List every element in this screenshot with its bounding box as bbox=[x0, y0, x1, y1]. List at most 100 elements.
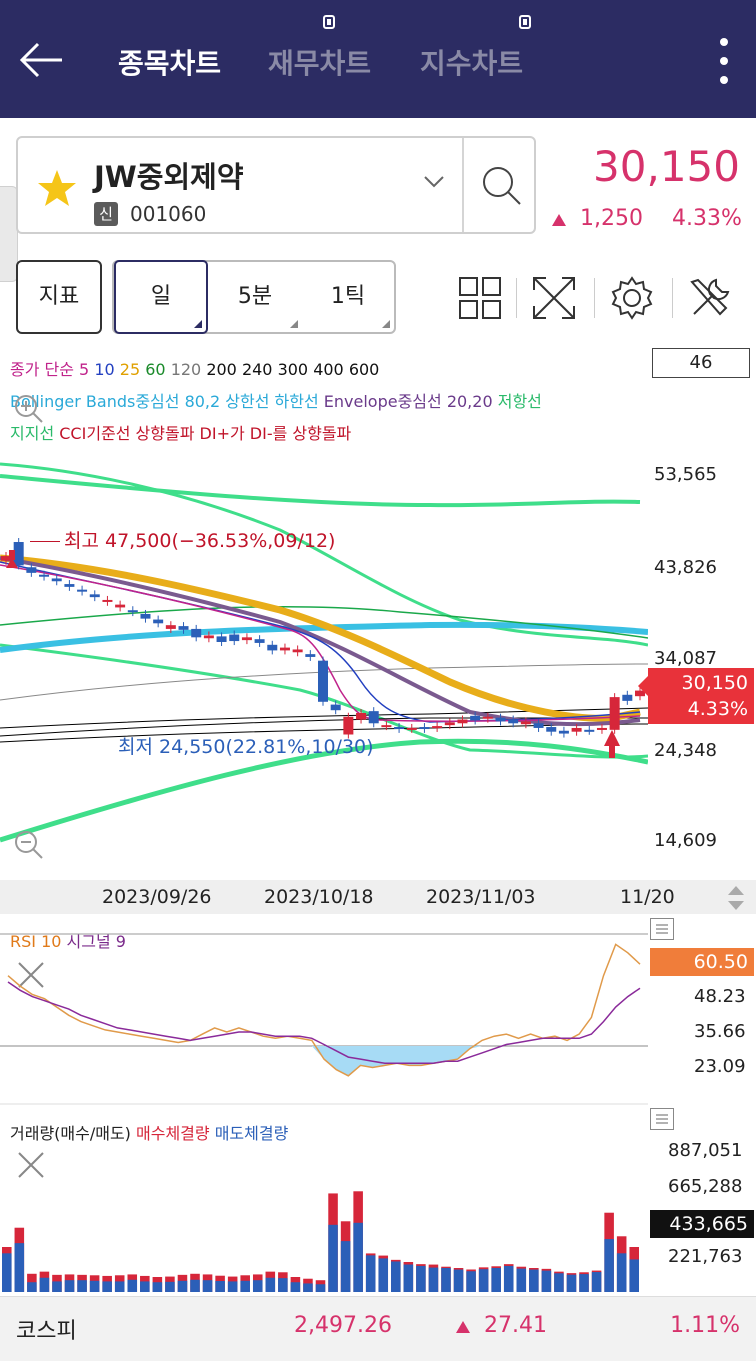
volume-sell-bar bbox=[215, 1281, 225, 1292]
zoom-in-icon[interactable] bbox=[12, 392, 44, 424]
stock-badge: 신 bbox=[94, 202, 118, 226]
volume-sell-bar bbox=[140, 1281, 150, 1292]
up-triangle-icon bbox=[456, 1321, 470, 1333]
candle bbox=[305, 654, 316, 657]
volume-sell-bar bbox=[165, 1281, 175, 1292]
back-arrow-icon[interactable] bbox=[18, 36, 66, 84]
candle-count-box[interactable]: 46 bbox=[652, 348, 750, 378]
candle bbox=[64, 584, 75, 587]
divider bbox=[462, 138, 464, 232]
volume-axis-label: 887,051 bbox=[668, 1140, 743, 1161]
period-5min[interactable]: 5분 bbox=[208, 262, 302, 332]
legend-entry: 지지선 bbox=[10, 424, 60, 443]
candle bbox=[13, 542, 24, 566]
grid-layout-icon[interactable] bbox=[456, 274, 504, 322]
date-axis[interactable]: 2023/09/26 2023/10/18 2023/11/03 11/20 bbox=[0, 880, 756, 914]
current-price-tag: 30,150 4.33% bbox=[638, 668, 754, 724]
y-axis-label: 34,087 bbox=[654, 648, 717, 669]
candle bbox=[609, 697, 620, 730]
candle bbox=[419, 727, 430, 730]
volume-sell-bar bbox=[27, 1282, 37, 1292]
bollinger-legend: Bollinger Bands중심선 80,2 상한선 하한선 Envelope… bbox=[10, 388, 542, 412]
candle bbox=[39, 574, 50, 577]
candle bbox=[508, 719, 519, 724]
tab-stock-chart[interactable]: 종목차트 bbox=[118, 42, 221, 82]
index-name: 코스피 bbox=[16, 1319, 77, 1344]
candle bbox=[77, 589, 88, 592]
candle bbox=[558, 730, 569, 734]
volume-sell-bar bbox=[416, 1265, 426, 1292]
volume-sell-bar bbox=[2, 1253, 12, 1292]
top-navigation-bar: 종목차트 재무차트 지수차트 bbox=[0, 0, 756, 118]
candle bbox=[520, 721, 531, 725]
zoom-out-icon[interactable] bbox=[12, 828, 44, 860]
indicator-button[interactable]: 지표 bbox=[16, 260, 102, 334]
volume-sell-bar bbox=[503, 1265, 514, 1292]
price-chart[interactable] bbox=[0, 450, 648, 880]
tab-index-chart[interactable]: 지수차트 bbox=[420, 15, 531, 82]
period-1tick[interactable]: 1틱 bbox=[302, 262, 394, 332]
candle bbox=[457, 719, 468, 724]
candle bbox=[470, 715, 481, 721]
fullscreen-icon[interactable] bbox=[530, 274, 578, 322]
tools-icon[interactable] bbox=[686, 274, 734, 322]
candle bbox=[432, 726, 443, 729]
rsi-menu-icon[interactable] bbox=[650, 918, 674, 940]
volume-sell-bar bbox=[629, 1259, 639, 1292]
volume-sell-bar bbox=[52, 1281, 62, 1292]
rsi-chart[interactable] bbox=[0, 930, 648, 1106]
candle bbox=[178, 626, 189, 630]
up-triangle-icon bbox=[552, 214, 566, 226]
low-annotation: 최저 24,550(22.81%,10/30) bbox=[118, 736, 374, 758]
index-ticker[interactable]: 코스피 2,497.26 27.41 1.11% bbox=[0, 1296, 756, 1361]
volume-menu-icon[interactable] bbox=[650, 1108, 674, 1130]
y-axis-label: 24,348 bbox=[654, 740, 717, 761]
change-amount: 1,250 bbox=[580, 206, 643, 231]
candle bbox=[394, 727, 405, 730]
candle bbox=[622, 694, 633, 701]
volume-sell-bar bbox=[428, 1267, 439, 1292]
y-axis-label: 53,565 bbox=[654, 464, 717, 485]
candle bbox=[229, 634, 240, 642]
volume-sell-bar bbox=[616, 1253, 627, 1292]
volume-sell-bar bbox=[77, 1280, 87, 1292]
volume-sell-bar bbox=[328, 1224, 338, 1292]
search-icon[interactable] bbox=[478, 162, 524, 208]
tab-financial-chart[interactable]: 재무차트 bbox=[268, 15, 371, 82]
scroll-updown-icon[interactable] bbox=[726, 884, 746, 912]
volume-sell-bar bbox=[441, 1267, 451, 1292]
volume-sell-bar bbox=[265, 1277, 276, 1292]
more-vertical-icon[interactable] bbox=[716, 38, 732, 84]
candle bbox=[368, 711, 379, 724]
volume-sell-bar bbox=[240, 1280, 250, 1292]
stock-selector[interactable]: JW중외제약 신 001060 bbox=[16, 136, 536, 234]
volume-sell-bar bbox=[516, 1268, 527, 1292]
divider bbox=[672, 278, 673, 318]
candle bbox=[482, 716, 493, 719]
candle bbox=[495, 717, 506, 722]
volume-axis-label: 665,288 bbox=[668, 1176, 743, 1197]
copy-icon bbox=[323, 15, 335, 29]
divider bbox=[594, 278, 595, 318]
volume-sell-bar bbox=[378, 1258, 389, 1292]
candle bbox=[381, 725, 392, 728]
legend-entry: 200 240 300 400 600 bbox=[206, 360, 380, 379]
legend-entry: 60 bbox=[145, 360, 171, 379]
stock-code: 001060 bbox=[130, 202, 207, 226]
star-favorite-icon[interactable] bbox=[36, 168, 78, 210]
settings-gear-icon[interactable] bbox=[608, 274, 656, 322]
period-daily[interactable]: 일 bbox=[114, 260, 208, 334]
legend-entry: 종가 단순 5 bbox=[10, 360, 95, 379]
volume-sell-bar bbox=[252, 1280, 263, 1292]
candle bbox=[140, 613, 151, 619]
volume-sell-bar bbox=[365, 1255, 376, 1292]
volume-sell-bar bbox=[290, 1282, 301, 1292]
volume-chart[interactable] bbox=[0, 1140, 648, 1292]
volume-current-tag: 433,665 bbox=[650, 1210, 754, 1238]
signal-legend: 지지선 CCI기준선 상향돌파 DI+가 DI-를 상향돌파 bbox=[10, 420, 351, 444]
volume-sell-bar bbox=[340, 1241, 351, 1292]
chevron-down-icon[interactable] bbox=[422, 174, 446, 190]
candle bbox=[444, 722, 455, 726]
copy-icon bbox=[519, 15, 531, 29]
candle bbox=[102, 599, 113, 602]
